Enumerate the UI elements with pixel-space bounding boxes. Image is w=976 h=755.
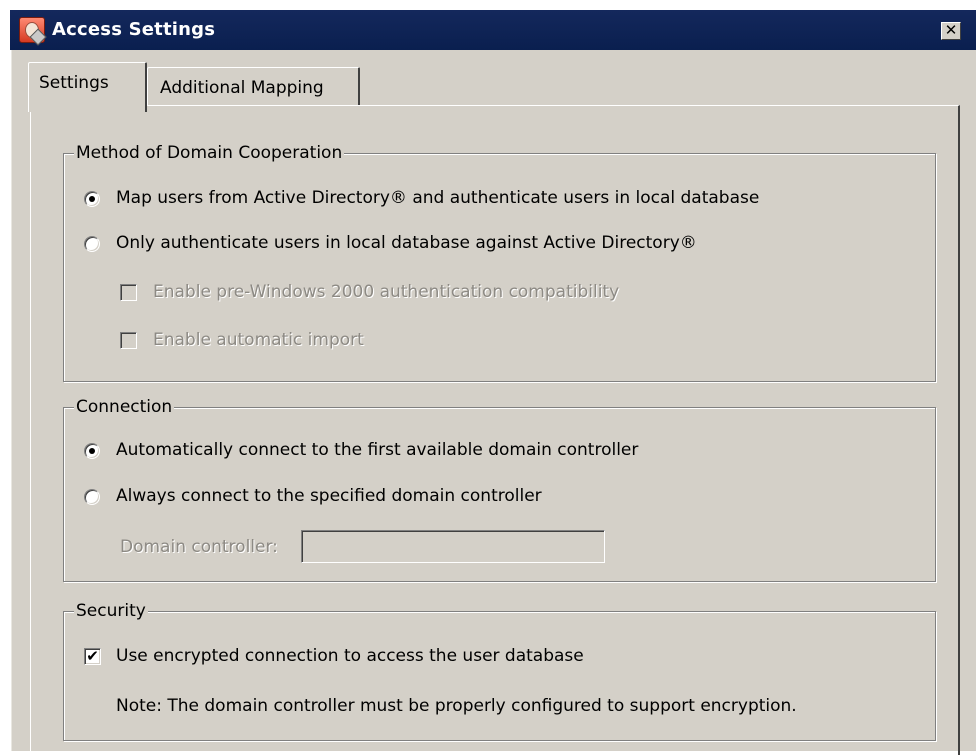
tab-additional-mapping-label: Additional Mapping: [160, 78, 324, 98]
window-border: [10, 50, 12, 751]
pre-windows-2000-label: Enable pre-Windows 2000 authentication c…: [153, 282, 620, 302]
tab-settings[interactable]: Settings: [28, 62, 147, 112]
app-key-icon: [19, 17, 45, 43]
close-button[interactable]: ✕: [941, 22, 961, 40]
domain-controller-field[interactable]: [301, 530, 605, 563]
specified-controller-radio[interactable]: [84, 489, 100, 505]
specified-controller-label[interactable]: Always connect to the specified domain c…: [116, 485, 542, 507]
title-bar[interactable]: Access Settings ✕: [10, 10, 976, 50]
encrypted-connection-label[interactable]: Use encrypted connection to access the u…: [116, 645, 584, 667]
group-legend: Method of Domain Cooperation: [74, 142, 345, 164]
group-legend: Security: [74, 600, 148, 622]
auto-connect-label[interactable]: Automatically connect to the first avail…: [116, 439, 638, 461]
automatic-import-label: Enable automatic import: [153, 330, 364, 350]
tab-additional-mapping[interactable]: Additional Mapping: [147, 67, 360, 106]
group-legend: Connection: [74, 396, 175, 418]
domain-controller-label: Domain controller:: [120, 537, 278, 557]
only-authenticate-radio[interactable]: [84, 236, 100, 252]
only-authenticate-label[interactable]: Only authenticate users in local databas…: [116, 232, 697, 254]
pre-windows-2000-checkbox[interactable]: [120, 284, 137, 301]
auto-connect-radio[interactable]: [84, 443, 100, 459]
encryption-note: Note: The domain controller must be prop…: [116, 696, 797, 716]
encrypted-connection-checkbox[interactable]: ✔: [84, 648, 101, 665]
security-group: Security: [63, 600, 936, 741]
map-users-radio[interactable]: [84, 191, 100, 207]
map-users-label[interactable]: Map users from Active Directory® and aut…: [116, 187, 759, 209]
tab-settings-label: Settings: [39, 73, 109, 93]
automatic-import-checkbox[interactable]: [120, 332, 137, 349]
window-title: Access Settings: [52, 19, 216, 40]
